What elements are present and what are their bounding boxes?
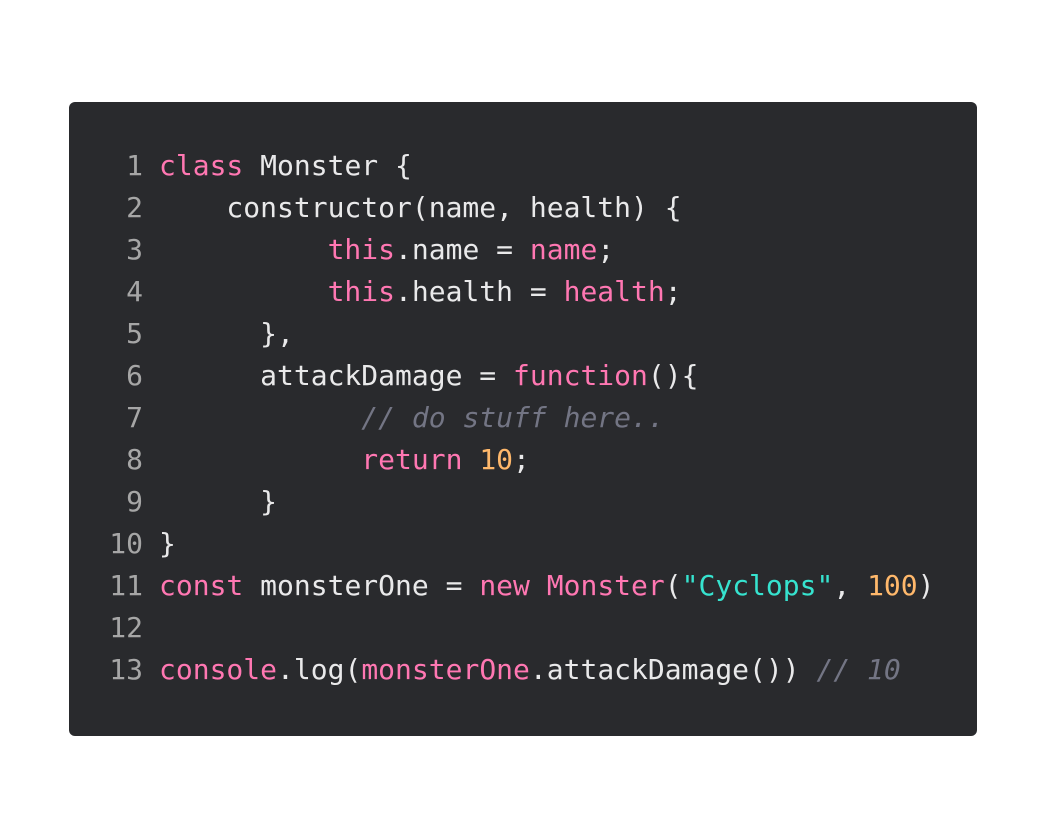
code-token: (){ — [647, 359, 699, 392]
line-number: 6 — [126, 359, 143, 392]
code-token: constructor(name, health) { — [159, 191, 682, 224]
code-token: const — [159, 569, 244, 602]
code-token: health — [563, 275, 665, 308]
code-token: monsterOne — [361, 653, 530, 686]
code-line: 4 this.health = health; — [69, 271, 977, 313]
code-token: .log( — [277, 653, 362, 686]
code-token: new — [479, 569, 530, 602]
line-number: 7 — [126, 401, 143, 434]
code-text: console.log(monsterOne.attackDamage()) /… — [159, 649, 901, 691]
code-token: // do stuff here.. — [361, 401, 665, 434]
code-text: const monsterOne = new Monster("Cyclops"… — [159, 565, 935, 607]
code-token: "Cyclops" — [681, 569, 834, 602]
code-token: ( — [664, 569, 682, 602]
line-number: 4 — [126, 275, 143, 308]
code-token: 10 — [479, 443, 514, 476]
code-lines: 1 class Monster {2 constructor(name, heal… — [69, 145, 977, 691]
code-token: }, — [159, 317, 294, 350]
line-number: 5 — [126, 317, 143, 350]
code-token: this — [327, 233, 396, 266]
code-text: }, — [159, 313, 294, 355]
code-token: monsterOne = — [243, 569, 480, 602]
code-token: .name = — [395, 233, 530, 266]
code-token: .health = — [395, 275, 564, 308]
code-token: 100 — [867, 569, 918, 602]
code-text: attackDamage = function(){ — [159, 355, 698, 397]
code-line: 8 return 10; — [69, 439, 977, 481]
code-token: // 10 — [816, 653, 901, 686]
code-line: 3 this.name = name; — [69, 229, 977, 271]
code-text: return 10; — [159, 439, 530, 481]
code-token: name — [529, 233, 598, 266]
code-line: 1 class Monster { — [69, 145, 977, 187]
code-block: 1 class Monster {2 constructor(name, heal… — [69, 102, 977, 736]
code-token: this — [327, 275, 396, 308]
line-number: 3 — [126, 233, 143, 266]
code-text: } — [159, 481, 277, 523]
code-token: } — [159, 485, 278, 518]
code-text: // do stuff here.. — [159, 397, 665, 439]
line-number: 10 — [109, 527, 143, 560]
code-token: Monster { — [243, 149, 412, 182]
line-number: 13 — [109, 653, 143, 686]
line-number: 12 — [109, 611, 143, 644]
code-token: class — [159, 149, 244, 182]
code-token: ; — [513, 443, 530, 476]
code-line: 12 — [69, 607, 977, 649]
code-line: 5 }, — [69, 313, 977, 355]
line-number: 11 — [109, 569, 143, 602]
code-text: class Monster { — [159, 145, 412, 187]
line-number: 1 — [126, 149, 143, 182]
code-token: ; — [664, 275, 682, 308]
code-token: Monster — [546, 569, 665, 602]
code-text: this.name = name; — [159, 229, 615, 271]
code-text: constructor(name, health) { — [159, 187, 682, 229]
code-token: ) — [917, 569, 935, 602]
code-token: ; — [597, 233, 615, 266]
code-token: function — [513, 359, 648, 392]
code-line: 9 } — [69, 481, 977, 523]
line-number: 2 — [126, 191, 143, 224]
line-number: 9 — [126, 485, 143, 518]
code-token: .attackDamage()) — [529, 653, 817, 686]
code-token: } — [159, 527, 176, 560]
code-token: console — [159, 653, 278, 686]
code-text: this.health = health; — [159, 271, 682, 313]
code-line: 6 attackDamage = function(){ — [69, 355, 977, 397]
code-text: } — [159, 523, 176, 565]
code-line: 7 // do stuff here.. — [69, 397, 977, 439]
code-token: return — [361, 443, 463, 476]
code-token: attackDamage = — [159, 359, 514, 392]
code-line: 13 console.log(monsterOne.attackDamage())… — [69, 649, 977, 691]
code-token: , — [833, 569, 868, 602]
code-line: 10} — [69, 523, 977, 565]
code-line: 11 const monsterOne = new Monster("Cyclop… — [69, 565, 977, 607]
line-number: 8 — [126, 443, 143, 476]
code-line: 2 constructor(name, health) { — [69, 187, 977, 229]
